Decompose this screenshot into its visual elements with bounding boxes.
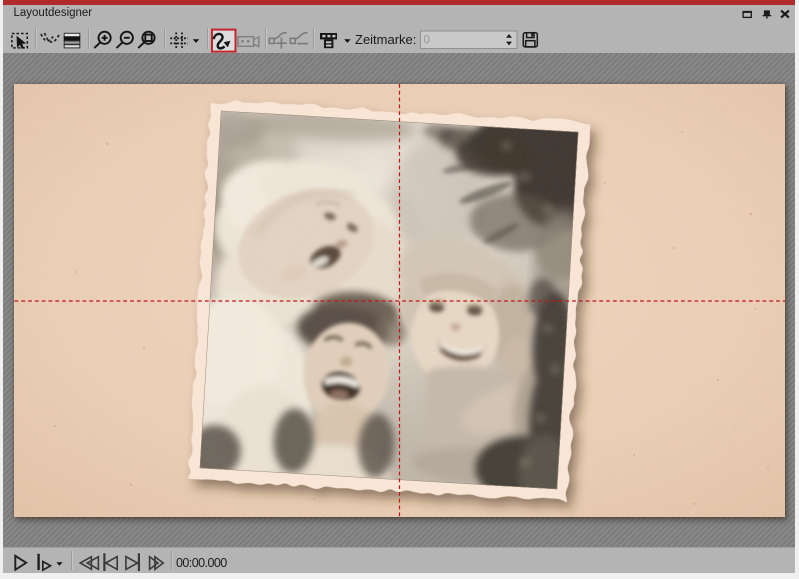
svg-text:0: 0 [424, 34, 430, 46]
